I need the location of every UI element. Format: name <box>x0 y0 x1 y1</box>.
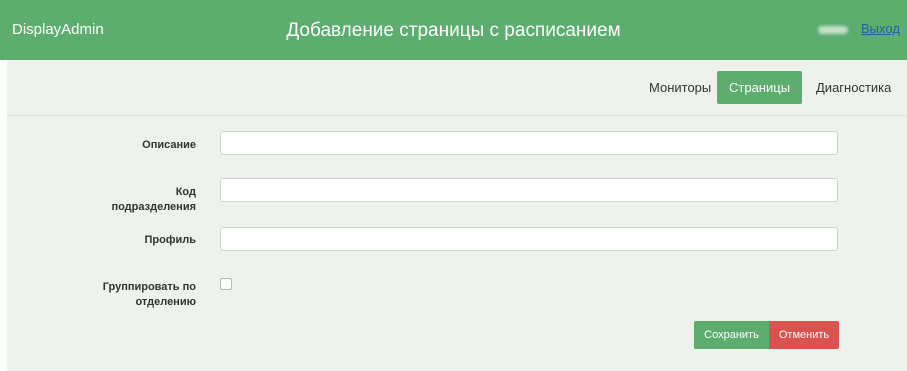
cancel-button[interactable]: Отменить <box>769 321 839 349</box>
group-label-line2: отделению <box>135 296 196 308</box>
app-header: DisplayAdmin Добавление страницы с распи… <box>0 0 907 60</box>
group-label: Группировать по отделению <box>6 280 196 310</box>
profile-label: Профиль <box>144 234 196 246</box>
user-name-redacted <box>818 26 848 34</box>
group-label-line1: Группировать по <box>102 281 196 293</box>
division-code-label-line1: Код <box>175 186 196 198</box>
nav-diagnostics[interactable]: Диагностика <box>806 71 901 104</box>
division-code-label-line2: подразделения <box>111 201 196 213</box>
save-button[interactable]: Сохранить <box>694 321 769 349</box>
division-code-input[interactable] <box>220 178 838 202</box>
nav-bar: Мониторы Страницы Диагностика <box>7 60 907 116</box>
nav-monitors[interactable]: Мониторы <box>639 71 721 104</box>
nav-pages[interactable]: Страницы <box>717 71 803 104</box>
description-input[interactable] <box>220 131 838 155</box>
group-checkbox[interactable] <box>220 278 232 290</box>
division-code-label: Код подразделения <box>6 185 196 215</box>
logout-link[interactable]: Выход <box>861 21 900 36</box>
description-label: Описание <box>142 139 196 151</box>
page-title: Добавление страницы с расписанием <box>286 20 621 41</box>
profile-input[interactable] <box>220 227 838 251</box>
